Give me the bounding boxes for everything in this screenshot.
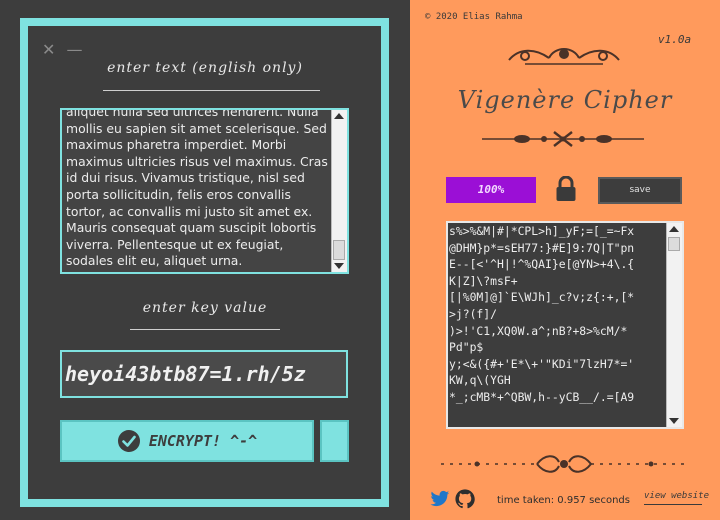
copyright: © 2020 Elias Rahma [425, 12, 523, 22]
time-taken: time taken: 0.957 seconds [497, 495, 630, 506]
input-heading: enter text (english only) [107, 60, 303, 76]
secondary-button[interactable] [320, 420, 349, 462]
plaintext-scrollbar[interactable] [331, 110, 347, 272]
version-label: v1.0a [658, 33, 692, 46]
plaintext-content: aliquet nulla sed ultrices hendrerit. Nu… [66, 108, 328, 269]
plaintext-input[interactable]: aliquet nulla sed ultrices hendrerit. Nu… [60, 108, 349, 274]
scroll-up-icon[interactable] [334, 113, 344, 119]
encrypt-label: ENCRYPT! ^-^ [148, 432, 258, 450]
view-website-link[interactable]: view website [644, 491, 709, 501]
encrypt-button[interactable]: ENCRYPT! ^-^ [60, 420, 314, 462]
twitter-icon[interactable] [430, 490, 450, 508]
key-input[interactable]: heyoi43btb87=1.rh/5z [60, 350, 348, 398]
scroll-thumb[interactable] [333, 240, 345, 260]
minimize-icon[interactable]: — [67, 40, 83, 59]
check-circle-icon [117, 430, 140, 452]
ciphertext-output[interactable]: s%>%&M|#|*CPL>h]_yF;=[_=~Fx @DHM}p*=sEH7… [446, 221, 684, 429]
window-controls: ✕ — [42, 40, 83, 59]
view-website-underline [644, 504, 702, 505]
output-scroll-thumb[interactable] [668, 237, 680, 251]
input-heading-underline [103, 90, 320, 91]
save-button[interactable]: save [598, 177, 682, 204]
scroll-down-icon[interactable] [334, 263, 344, 269]
key-heading: enter key value [142, 300, 268, 316]
github-icon[interactable] [455, 489, 475, 509]
top-ornament [508, 48, 620, 65]
output-scrollbar[interactable] [666, 223, 682, 427]
bottom-ornament [441, 455, 687, 473]
progress-bar: 100% [446, 177, 536, 203]
output-scroll-up-icon[interactable] [669, 226, 679, 232]
key-heading-underline [130, 329, 280, 330]
app-title: Vigenère Cipher [457, 86, 673, 114]
close-icon[interactable]: ✕ [42, 40, 55, 59]
title-ornament [482, 131, 644, 147]
lock-icon[interactable] [555, 176, 577, 202]
output-scroll-down-icon[interactable] [669, 418, 679, 424]
ciphertext-content: s%>%&M|#|*CPL>h]_yF;=[_=~Fx @DHM}p*=sEH7… [449, 224, 635, 404]
